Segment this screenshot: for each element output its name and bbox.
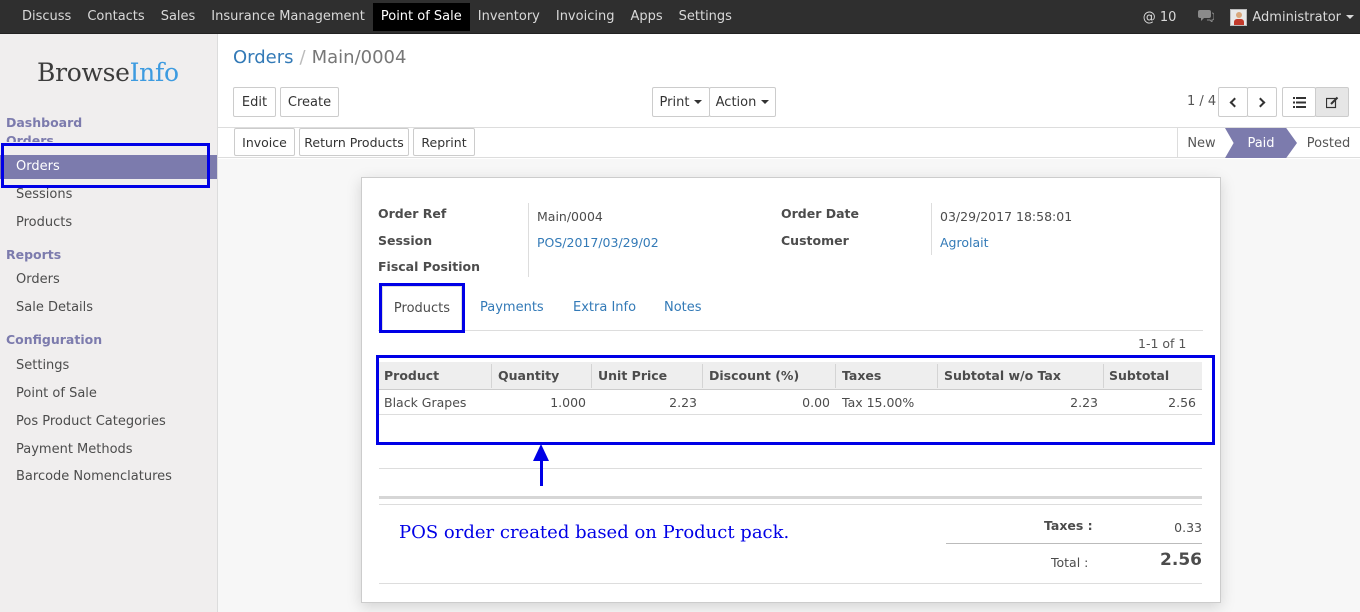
chevron-down-icon (694, 100, 703, 104)
breadcrumb-orders-link[interactable]: Orders (233, 47, 294, 68)
highlight-box-table (376, 355, 1215, 445)
invoice-button[interactable]: Invoice (234, 128, 295, 156)
breadcrumb-separator: / (299, 47, 306, 68)
up-arrow-icon (533, 444, 549, 461)
chevron-right-icon (1255, 97, 1266, 107)
sheet-bottom-line (379, 583, 1202, 584)
tab-payments[interactable]: Payments (480, 300, 544, 315)
row-divider (379, 468, 1202, 469)
grand-total-label: Total : (1051, 555, 1089, 570)
chevron-down-icon (1346, 15, 1354, 19)
status-new[interactable]: New (1177, 128, 1225, 158)
reprint-button[interactable]: Reprint (413, 128, 475, 156)
order-ref-value: Main/0004 (537, 209, 603, 224)
menu-contacts[interactable]: Contacts (79, 3, 152, 31)
taxes-total-label: Taxes : (1044, 518, 1093, 533)
top-navbar: Discuss Contacts Sales Insurance Managem… (0, 0, 1360, 34)
order-date-value: 03/29/2017 18:58:01 (940, 209, 1073, 224)
user-avatar[interactable] (1230, 8, 1248, 26)
sidebar-section-dashboard[interactable]: Dashboard (6, 115, 82, 130)
sidebar-item-point-of-sale[interactable]: Point of Sale (0, 382, 217, 406)
previous-record-button[interactable] (1218, 87, 1248, 117)
notifications-counter[interactable]: @ 10 (1143, 10, 1177, 25)
sidebar-item-settings[interactable]: Settings (0, 354, 217, 378)
chevron-left-icon (1229, 97, 1240, 107)
taxes-total-value: 0.33 (1174, 520, 1202, 535)
lines-pager: 1-1 of 1 (1138, 336, 1187, 351)
field-separator (528, 203, 529, 277)
order-ref-label: Order Ref (378, 206, 447, 221)
sidebar-section-reports: Reports (6, 247, 62, 262)
user-menu[interactable]: Administrator (1252, 10, 1354, 25)
highlight-box-tab (379, 283, 465, 333)
tabs-divider (378, 330, 1203, 331)
table-footer-line (379, 504, 1202, 505)
sidebar-item-payment-methods[interactable]: Payment Methods (0, 438, 217, 462)
menu-inventory[interactable]: Inventory (470, 3, 548, 31)
arrow-shaft (540, 460, 543, 486)
form-view-button[interactable] (1315, 87, 1349, 117)
annotation-text: POS order created based on Product pack. (399, 522, 790, 543)
tab-notes[interactable]: Notes (664, 300, 702, 315)
return-products-button[interactable]: Return Products (299, 128, 409, 156)
menu-invoicing[interactable]: Invoicing (548, 3, 623, 31)
session-label: Session (378, 233, 433, 248)
customer-link[interactable]: Agrolait (940, 235, 989, 250)
totals-divider (946, 543, 1202, 544)
status-paid[interactable]: Paid (1225, 128, 1297, 158)
table-footer-border (379, 496, 1202, 499)
chat-icon[interactable] (1198, 9, 1215, 26)
edit-icon (1325, 96, 1338, 108)
sidebar-item-barcode-nomenclatures[interactable]: Barcode Nomenclatures (0, 465, 217, 489)
sidebar-section-configuration: Configuration (6, 332, 103, 347)
grand-total-value: 2.56 (1160, 550, 1202, 570)
tab-extra-info[interactable]: Extra Info (573, 300, 636, 315)
record-pager: 1 / 4 (1187, 94, 1217, 109)
status-posted[interactable]: Posted (1297, 128, 1360, 158)
edit-button[interactable]: Edit (233, 87, 276, 117)
list-view-button[interactable] (1282, 87, 1316, 117)
customer-label: Customer (781, 233, 849, 248)
fiscal-position-label: Fiscal Position (378, 259, 480, 274)
menu-sales[interactable]: Sales (153, 3, 204, 31)
menu-settings[interactable]: Settings (671, 3, 740, 31)
menu-insurance-management[interactable]: Insurance Management (203, 3, 373, 31)
app-menu: Discuss Contacts Sales Insurance Managem… (14, 3, 740, 31)
print-dropdown[interactable]: Print (652, 87, 710, 117)
next-record-button[interactable] (1247, 87, 1277, 117)
menu-apps[interactable]: Apps (622, 3, 670, 31)
chevron-down-icon (761, 100, 770, 104)
menu-point-of-sale[interactable]: Point of Sale (372, 3, 470, 31)
breadcrumb-current: Main/0004 (311, 47, 407, 68)
order-date-label: Order Date (781, 206, 859, 221)
highlight-box-sidebar (1, 143, 210, 188)
sidebar-item-sale-details[interactable]: Sale Details (0, 296, 217, 320)
sidebar-item-products[interactable]: Products (0, 211, 217, 235)
company-logo: BrowseInfo (37, 58, 179, 87)
create-button[interactable]: Create (280, 87, 339, 117)
sidebar-item-pos-categories[interactable]: Pos Product Categories (0, 410, 217, 434)
sidebar-item-report-orders[interactable]: Orders (0, 268, 217, 292)
action-dropdown[interactable]: Action (709, 87, 776, 117)
menu-discuss[interactable]: Discuss (14, 3, 79, 31)
sidebar-section-orders: Orders (6, 133, 54, 142)
breadcrumb: Orders / Main/0004 (233, 47, 406, 68)
session-link[interactable]: POS/2017/03/29/02 (537, 235, 659, 250)
list-icon (1292, 96, 1306, 108)
field-separator (931, 203, 932, 255)
